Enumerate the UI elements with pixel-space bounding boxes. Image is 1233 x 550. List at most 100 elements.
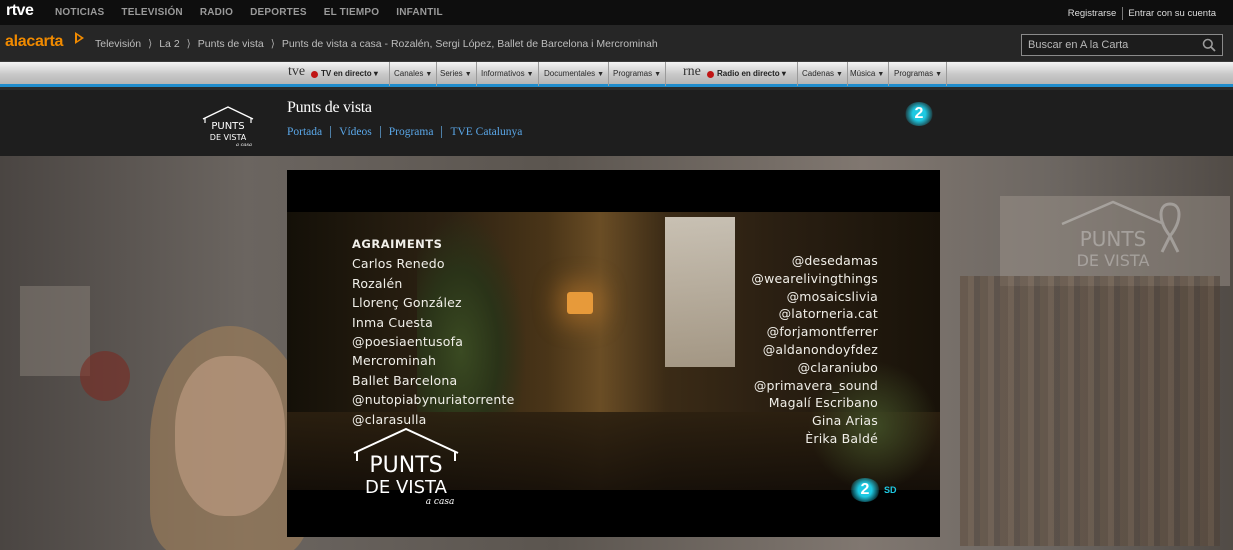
la2-channel-logo[interactable]: 2 <box>905 102 933 126</box>
play-icon <box>75 32 84 44</box>
tve-brand[interactable]: tve <box>288 64 305 80</box>
main-menu: tve TV en directo ▾ Canales ▼ Series ▼ Inf… <box>0 62 1233 87</box>
topnav-radio[interactable]: RADIO <box>200 7 233 18</box>
bg-logo-word-punts: PUNTS <box>1080 227 1147 251</box>
credits-left: AGRAIMENTS Carlos Renedo Rozalén Llorenç… <box>352 235 515 429</box>
topnav-el-tiempo[interactable]: EL TIEMPO <box>324 7 380 18</box>
bg-frame <box>20 286 90 376</box>
player-logo-word-acasa: a casa <box>426 497 455 507</box>
top-bar: rtve NOTICIAS TELEVISIÓN RADIO DEPORTES … <box>0 0 1233 25</box>
caret-down-icon: ▼ <box>425 71 433 78</box>
topnav-noticias[interactable]: NOTICIAS <box>55 7 104 18</box>
program-header <box>0 90 1233 156</box>
credits-heading: AGRAIMENTS <box>352 237 443 251</box>
breadcrumb-la2[interactable]: La 2 <box>159 38 179 50</box>
caret-down-icon: ▼ <box>464 71 472 78</box>
bg-person-face <box>175 356 285 516</box>
menu-programas-radio[interactable]: Programas ▼ <box>890 62 948 86</box>
menu-musica[interactable]: Música ▼ <box>846 62 890 86</box>
menu-label: Canales <box>394 69 424 78</box>
breadcrumb-punts-de-vista[interactable]: Punts de vista <box>198 38 264 50</box>
topnav-television[interactable]: TELEVISIÓN <box>121 7 182 18</box>
program-nav: Portada Vídeos Programa TVE Catalunya <box>287 126 530 138</box>
bg-bookshelf <box>960 276 1220 546</box>
search-input[interactable] <box>1028 38 1198 52</box>
bg-ornament <box>80 351 130 401</box>
menu-label: Música <box>850 69 876 78</box>
channel-watermark: 2 SD <box>850 478 897 502</box>
alacarta-logo[interactable]: alacarta <box>5 33 63 51</box>
program-nav-portada[interactable]: Portada <box>287 126 332 138</box>
la2-watermark-icon: 2 <box>850 478 880 502</box>
register-link[interactable]: Registrarse <box>1068 8 1117 20</box>
program-nav-videos[interactable]: Vídeos <box>331 126 381 138</box>
video-player[interactable]: AGRAIMENTS Carlos Renedo Rozalén Llorenç… <box>287 170 940 537</box>
logo-word-devista: DE VISTA <box>210 133 247 142</box>
account-divider <box>1122 7 1124 20</box>
credit-line: Carlos Renedo <box>352 256 445 272</box>
menu-informativos[interactable]: Informativos ▼ <box>477 62 539 86</box>
caret-down-icon: ▼ <box>526 71 534 78</box>
scene-door <box>665 217 735 367</box>
credit-line: @desedamas <box>791 253 878 268</box>
menu-label: Series <box>440 69 463 78</box>
credit-line: Inma Cuesta <box>352 314 434 330</box>
bg-program-logo: PUNTS DE VISTA <box>1061 200 1181 270</box>
menu-label: Informativos <box>481 69 525 78</box>
credit-line: Èrika Baldé <box>805 430 878 446</box>
caret-down-icon: ▼ <box>877 71 885 78</box>
program-nav-tve-catalunya[interactable]: TVE Catalunya <box>442 126 530 138</box>
credit-line: @aldanondoyfdez <box>762 341 878 357</box>
chevron-right-icon: ⟩ <box>186 38 191 50</box>
live-dot-icon <box>311 71 318 78</box>
credit-line: @claraniubo <box>797 359 878 375</box>
program-nav-programa[interactable]: Programa <box>381 126 443 138</box>
program-title: Punts de vista <box>287 99 372 116</box>
radio-live-label: Radio en directo <box>717 69 780 78</box>
topnav-deportes[interactable]: DEPORTES <box>250 7 307 18</box>
menu-programas-tv[interactable]: Programas ▼ <box>609 62 667 86</box>
search-icon[interactable] <box>1202 38 1216 52</box>
radio-live-menu[interactable]: Radio en directo ▾ <box>717 62 786 86</box>
credits-right: @desedamas @wearelivingthings @mosaicsli… <box>751 252 878 448</box>
credit-line: Rozalén <box>352 275 403 291</box>
account-links: Registrarse Entrar con su cuenta <box>1068 7 1216 20</box>
rne-brand[interactable]: rne <box>683 64 701 80</box>
credit-line: @mosaicslivia <box>786 288 878 304</box>
breadcrumb: Televisión ⟩ La 2 ⟩ Punts de vista ⟩ Pun… <box>95 38 658 50</box>
menu-series[interactable]: Series ▼ <box>436 62 477 86</box>
chevron-right-icon: ⟩ <box>148 38 153 50</box>
player-logo-word-punts: PUNTS <box>369 453 442 478</box>
credit-line: @latorneria.cat <box>778 306 878 322</box>
logo-word-punts: PUNTS <box>211 121 244 132</box>
quality-label: SD <box>884 485 897 495</box>
menu-label: Documentales <box>544 69 596 78</box>
tv-live-label: TV en directo <box>321 69 372 78</box>
caret-down-icon: ▼ <box>654 71 662 78</box>
bg-logo-word-devista: DE VISTA <box>1077 251 1150 270</box>
menu-label: Programas <box>894 69 934 78</box>
player-program-logo: PUNTS DE VISTA a casa <box>353 427 459 507</box>
logo-word-acasa: a casa <box>236 142 252 147</box>
program-logo[interactable]: PUNTS DE VISTA a casa <box>200 105 256 147</box>
credit-line: @poesiaentusofa <box>352 334 464 350</box>
credit-line: Ballet Barcelona <box>352 372 458 388</box>
credit-line: Magalí Escribano <box>768 395 878 411</box>
credit-line: @wearelivingthings <box>751 270 878 286</box>
breadcrumb-current: Punts de vista a casa - Rozalén, Sergi L… <box>281 38 658 50</box>
caret-down-icon: ▼ <box>597 71 605 78</box>
menu-documentales[interactable]: Documentales ▼ <box>540 62 610 86</box>
live-dot-icon <box>707 71 714 78</box>
breadcrumb-television[interactable]: Televisión <box>95 38 141 50</box>
chevron-right-icon: ⟩ <box>270 38 275 50</box>
login-link[interactable]: Entrar con su cuenta <box>1128 8 1216 20</box>
rtve-logo[interactable]: rtve <box>6 2 34 20</box>
tv-live-menu[interactable]: TV en directo ▾ <box>321 62 378 86</box>
topnav-infantil[interactable]: INFANTIL <box>396 7 443 18</box>
menu-cadenas[interactable]: Cadenas ▼ <box>797 62 848 86</box>
scene-lamp <box>567 292 593 314</box>
menu-canales[interactable]: Canales ▼ <box>389 62 438 86</box>
credit-line: @primavera_sound <box>753 377 878 393</box>
caret-down-icon: ▼ <box>836 71 843 78</box>
credit-line: Llorenç González <box>352 295 462 311</box>
